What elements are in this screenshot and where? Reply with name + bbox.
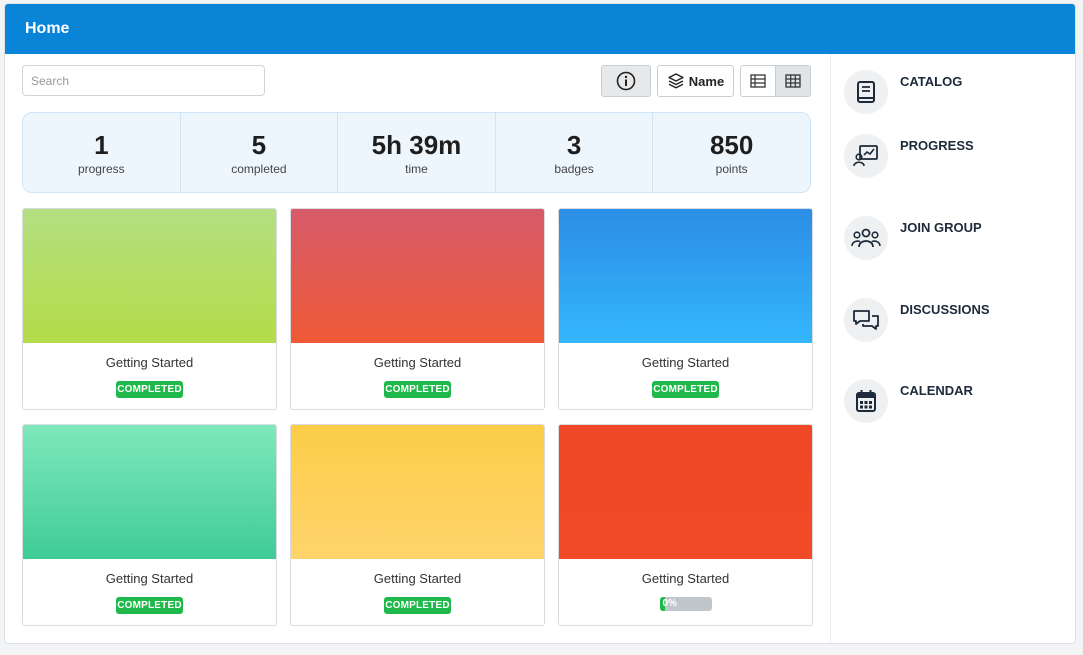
course-thumbnail (559, 209, 812, 343)
sidebar: CATALOG PROGRESS JOIN GROUP DISCUSSIONS … (830, 54, 1075, 643)
sidebar-item-progress[interactable]: PROGRESS (844, 134, 1064, 180)
sidebar-item-label: CATALOG (900, 74, 963, 89)
sidebar-icon-circle (844, 298, 888, 342)
stat-progress: 1 progress (23, 113, 181, 192)
course-title: Getting Started (373, 571, 462, 586)
status-badge: COMPLETED (116, 381, 183, 398)
page-title: Home (25, 20, 70, 37)
course-card[interactable]: Getting Started COMPLETED (290, 424, 545, 626)
stat-value: 1 (94, 129, 109, 160)
calendar-icon (856, 390, 876, 412)
course-title: Getting Started (641, 571, 730, 586)
stat-value: 5 (251, 129, 267, 160)
stat-label: completed (231, 161, 287, 176)
course-title: Getting Started (641, 355, 730, 370)
presentation-chart-icon (853, 145, 878, 167)
main-content: Name (5, 54, 830, 643)
status-badge: COMPLETED (384, 597, 451, 614)
sidebar-icon-circle (844, 70, 888, 114)
course-card[interactable]: Getting Started COMPLETED (22, 208, 277, 410)
info-icon (616, 71, 636, 91)
status-badge: COMPLETED (384, 381, 451, 398)
stat-value: 3 (566, 129, 582, 160)
top-bar: Home (5, 4, 1075, 54)
status-badge: COMPLETED (652, 381, 719, 398)
list-view-icon (750, 74, 766, 88)
stats-panel: 1 progress 5 completed 5h 39m time 3 bad… (22, 112, 811, 193)
sidebar-item-calendar[interactable]: CALENDAR (844, 379, 1064, 425)
sidebar-item-label: CALENDAR (900, 383, 973, 398)
sort-name-label: Name (688, 73, 725, 89)
course-card[interactable]: Getting Started COMPLETED (558, 208, 813, 410)
stat-completed: 5 completed (181, 113, 339, 192)
course-card[interactable]: Getting Started COMPLETED (290, 208, 545, 410)
course-thumbnail (291, 209, 544, 343)
sidebar-icon-circle (844, 379, 888, 423)
sidebar-item-label: DISCUSSIONS (900, 302, 990, 317)
view-toggle-group (740, 65, 811, 97)
grid-view-icon (785, 74, 801, 88)
course-card[interactable]: Getting Started COMPLETED (22, 424, 277, 626)
course-card[interactable]: Getting Started 0% (558, 424, 813, 626)
stat-badges: 3 badges (496, 113, 654, 192)
sidebar-icon-circle (844, 134, 888, 178)
info-button[interactable] (601, 65, 651, 97)
app-window: Home Name (4, 3, 1076, 644)
layers-icon (668, 73, 684, 89)
sidebar-icon-circle (844, 216, 888, 260)
course-title: Getting Started (373, 355, 462, 370)
stat-time: 5h 39m time (338, 113, 496, 192)
progress-text: 0% (662, 598, 677, 609)
status-badge: COMPLETED (116, 597, 183, 614)
sidebar-item-label: PROGRESS (900, 138, 974, 153)
course-title: Getting Started (105, 355, 194, 370)
sidebar-item-catalog[interactable]: CATALOG (844, 70, 1064, 116)
stat-label: badges (554, 161, 594, 176)
course-thumbnail (559, 425, 812, 559)
stat-value: 5h 39m (371, 129, 462, 160)
list-view-button[interactable] (741, 66, 775, 96)
grid-view-button[interactable] (775, 66, 810, 96)
stat-value: 850 (709, 129, 754, 160)
sort-name-button[interactable]: Name (657, 65, 734, 97)
course-thumbnail (291, 425, 544, 559)
chat-bubbles-icon (853, 310, 879, 330)
stat-points: 850 points (653, 113, 810, 192)
course-thumbnail (23, 425, 276, 559)
search-input[interactable] (22, 65, 265, 96)
stat-label: progress (77, 161, 125, 176)
sidebar-item-discussions[interactable]: DISCUSSIONS (844, 298, 1064, 344)
sidebar-item-join-group[interactable]: JOIN GROUP (844, 216, 1064, 262)
sidebar-item-label: JOIN GROUP (900, 220, 982, 235)
stat-label: time (405, 161, 428, 176)
course-thumbnail (23, 209, 276, 343)
progress-bar: 0% (659, 597, 712, 611)
course-title: Getting Started (105, 571, 194, 586)
stat-label: points (715, 161, 748, 176)
book-icon (857, 81, 875, 103)
group-icon (851, 228, 881, 248)
